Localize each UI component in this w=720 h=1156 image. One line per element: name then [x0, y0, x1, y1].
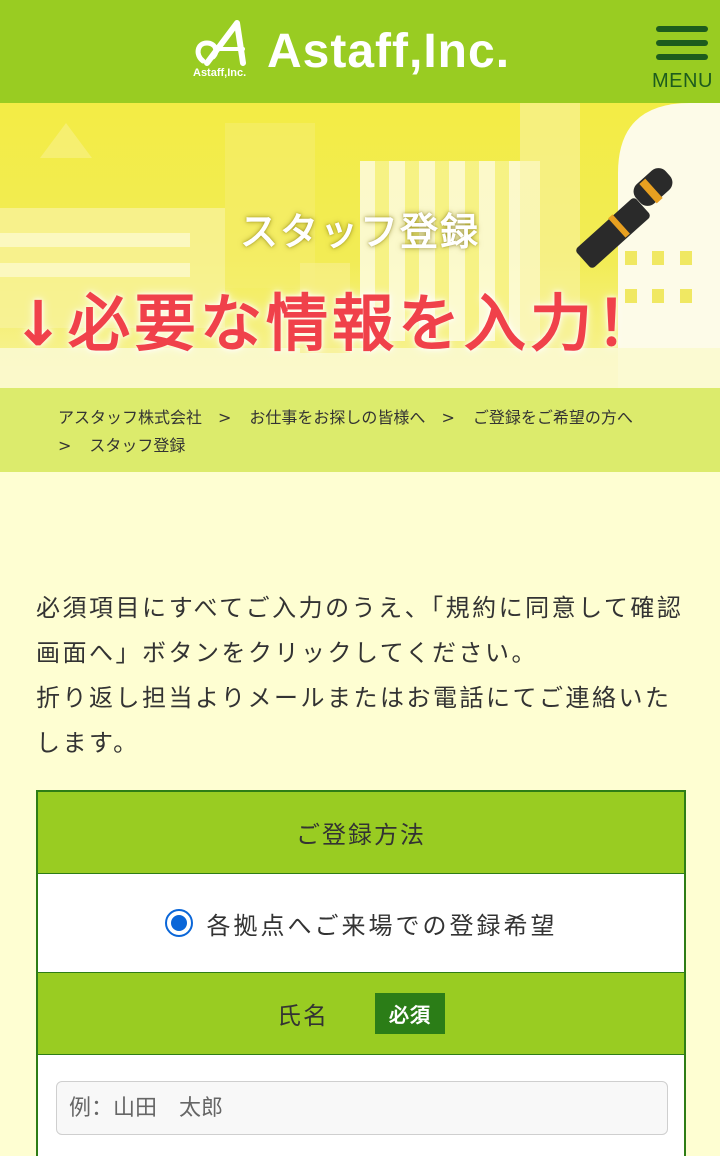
form-row-name [38, 1055, 684, 1155]
hamburger-bar [656, 40, 708, 46]
site-logo[interactable]: Astaff,Inc. Astaff,Inc. [193, 18, 533, 84]
site-header: Astaff,Inc. Astaff,Inc. MENU [0, 0, 720, 103]
logo-text: Astaff,Inc. [267, 24, 511, 78]
radio-selected-dot [170, 915, 187, 931]
hamburger-bar [656, 54, 708, 60]
form-row-header-name: 氏名 必須 [38, 973, 684, 1055]
hamburger-icon [656, 26, 708, 32]
form-row-method: 各拠点へご来場での登録希望 [38, 874, 684, 973]
method-label: ご登録方法 [296, 821, 426, 849]
form-row-header-method: ご登録方法 [38, 792, 684, 874]
logo-small-text: Astaff,Inc. [193, 67, 247, 79]
breadcrumb-item-registration[interactable]: ご登録をご希望の方へ [473, 408, 633, 427]
breadcrumb-item-home[interactable]: アスタッフ株式会社 [58, 408, 202, 427]
hero-subtitle: ↓必要な情報を入力！ [12, 287, 662, 360]
logo-mark-icon: Astaff,Inc. [193, 19, 257, 83]
breadcrumb-separator: > [218, 408, 232, 427]
name-input[interactable] [56, 1081, 668, 1135]
breadcrumb: アスタッフ株式会社 > お仕事をお探しの皆様へ > ご登録をご希望の方へ > スタッフ登録 [0, 388, 720, 472]
breadcrumb-separator: > [441, 408, 455, 427]
menu-label: MENU [652, 70, 713, 92]
method-option-label[interactable]: 各拠点へご来場での登録希望 [207, 906, 558, 941]
hero-banner: スタッフ登録 ↓必要な情報を入力！ [0, 103, 720, 388]
page-title: スタッフ登録 [239, 210, 480, 254]
name-label: 氏名 [277, 1002, 329, 1030]
method-radio[interactable] [164, 909, 193, 937]
breadcrumb-item-job-seekers[interactable]: お仕事をお探しの皆様へ [249, 408, 425, 427]
registration-form: ご登録方法 各拠点へご来場での登録希望 氏名 必須 [36, 790, 686, 1156]
breadcrumb-item-current: スタッフ登録 [89, 436, 186, 455]
menu-button[interactable]: MENU [652, 24, 712, 96]
intro-text: 必須項目にすべてご入力のうえ、「規約に同意して確認画面へ」ボタンをクリックしてく… [36, 594, 684, 757]
breadcrumb-separator: > [58, 436, 72, 455]
required-badge: 必須 [375, 993, 445, 1034]
